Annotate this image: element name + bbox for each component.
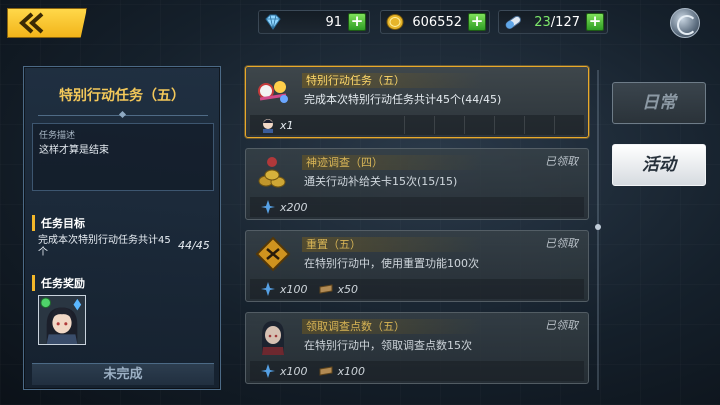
- quest-card[interactable]: 领取调查点数（五） 已领取 在特别行动中，领取调查点数15次 x100 x100: [245, 312, 589, 384]
- special-op-icon: [258, 81, 288, 103]
- quest-card[interactable]: 重置（五） 已领取 在特别行动中，使用重置功能100次 x100 x50: [245, 230, 589, 302]
- scrollbar-knob[interactable]: [595, 224, 601, 230]
- scroll-icon: [319, 366, 333, 376]
- reset-warning-sign-icon: [255, 236, 291, 272]
- tab-daily[interactable]: 日常: [612, 82, 706, 124]
- reward-qty: x100: [280, 282, 308, 296]
- reward-slot: x200: [260, 197, 308, 217]
- reward-heading: 任务奖励: [32, 275, 85, 291]
- gold-counter: 606552 +: [380, 10, 490, 34]
- quest-rewards: x200: [250, 197, 584, 217]
- reward-qty: x50: [337, 282, 359, 296]
- blue-crystal-icon: [261, 200, 275, 214]
- reward-slot: x1: [260, 115, 294, 135]
- goal-text: 完成本次特别行动任务共计45个: [38, 235, 171, 258]
- character-portrait-icon: [39, 296, 85, 344]
- quest-title: 领取调查点数（五）: [302, 319, 482, 334]
- empty-reward-slots: [404, 115, 584, 135]
- quest-title: 特别行动任务（五）: [302, 73, 482, 88]
- blue-crystal-icon: [261, 364, 275, 378]
- quest-desc: 在特别行动中，使用重置功能100次: [304, 257, 479, 270]
- gem-value: 91: [325, 14, 342, 30]
- stamina-capsule-icon: [505, 15, 521, 29]
- stamina-current: 23: [534, 14, 551, 30]
- empty-slot: [464, 116, 494, 134]
- claimed-label: 已领取: [545, 237, 578, 250]
- reward-slot: x100: [260, 361, 308, 381]
- empty-slot: [554, 116, 584, 134]
- add-gold-button[interactable]: +: [468, 13, 486, 31]
- add-stamina-button[interactable]: +: [586, 13, 604, 31]
- character-token-icon: [263, 119, 273, 133]
- goal-progress: 44/45: [178, 239, 210, 252]
- claimed-label: 已领取: [545, 319, 578, 332]
- quest-card[interactable]: 特别行动任务（五） 完成本次特别行动任务共计45个(44/45) x1: [245, 66, 589, 138]
- empty-slot: [494, 116, 524, 134]
- detail-title: 特别行动任务（五）: [59, 88, 185, 104]
- quest-title: 重置（五）: [302, 237, 482, 252]
- incomplete-status-button[interactable]: 未完成: [32, 363, 214, 385]
- reward-qty: x200: [280, 200, 308, 214]
- stamina-max: /127: [550, 14, 580, 30]
- quest-list: 特别行动任务（五） 完成本次特别行动任务共计45个(44/45) x1 神迹调查…: [245, 64, 591, 394]
- stamina-counter: 23/127 +: [498, 10, 608, 34]
- quest-desc: 通关行动补给关卡15次(15/15): [304, 175, 458, 188]
- quest-title: 神迹调查（四）: [302, 155, 482, 170]
- scroll-icon: [319, 284, 333, 294]
- empty-slot: [404, 116, 434, 134]
- blue-crystal-icon: [261, 282, 275, 296]
- gold-value: 606552: [412, 14, 462, 30]
- gem-counter: 91 +: [258, 10, 370, 34]
- top-bar: 91 + 606552 + 23/127 +: [0, 0, 720, 46]
- quest-desc: 完成本次特别行动任务共计45个(44/45): [304, 93, 502, 106]
- gem-icon: [265, 14, 281, 30]
- empty-slot: [524, 116, 554, 134]
- quest-detail-panel: 特别行动任务（五） 任务描述 这样才算是结束 任务目标 完成本次特别行动任务共计…: [23, 66, 221, 390]
- claimed-label: 已领取: [545, 155, 578, 168]
- title-divider-ornament: [118, 110, 127, 119]
- quest-desc: 在特别行动中，领取调查点数15次: [304, 339, 472, 352]
- stamina-value: 23/127: [534, 15, 580, 30]
- reward-qty: x100: [337, 364, 366, 378]
- reward-slot: x50: [318, 279, 359, 299]
- tab-event[interactable]: 活动: [612, 144, 706, 186]
- list-scrollbar[interactable]: [597, 70, 599, 390]
- reward-slot: x100: [260, 279, 308, 299]
- gold-coin-icon: [386, 14, 404, 30]
- reward-qty: x100: [280, 364, 308, 378]
- goal-heading: 任务目标: [32, 215, 85, 231]
- back-button[interactable]: [7, 8, 87, 38]
- settings-orb-button[interactable]: [670, 8, 700, 38]
- quest-rewards: x100 x100: [250, 361, 584, 381]
- quest-card[interactable]: 神迹调查（四） 已领取 通关行动补给关卡15次(15/15) x200: [245, 148, 589, 220]
- add-gems-button[interactable]: +: [348, 13, 366, 31]
- quest-rewards: x1: [250, 115, 584, 135]
- empty-slot: [434, 116, 464, 134]
- reward-character-card[interactable]: [38, 295, 86, 345]
- back-arrow-icon: [19, 12, 44, 34]
- reward-qty: x1: [280, 118, 294, 132]
- reward-slot: x100: [318, 361, 366, 381]
- quest-rewards: x100 x50: [250, 279, 584, 299]
- description-box: 任务描述 这样才算是结束: [32, 123, 214, 191]
- gold-coins-pile-icon: [258, 157, 286, 188]
- description-text: 这样才算是结束: [39, 145, 109, 156]
- description-label: 任务描述: [39, 131, 76, 141]
- investigator-portrait-icon: [262, 321, 284, 355]
